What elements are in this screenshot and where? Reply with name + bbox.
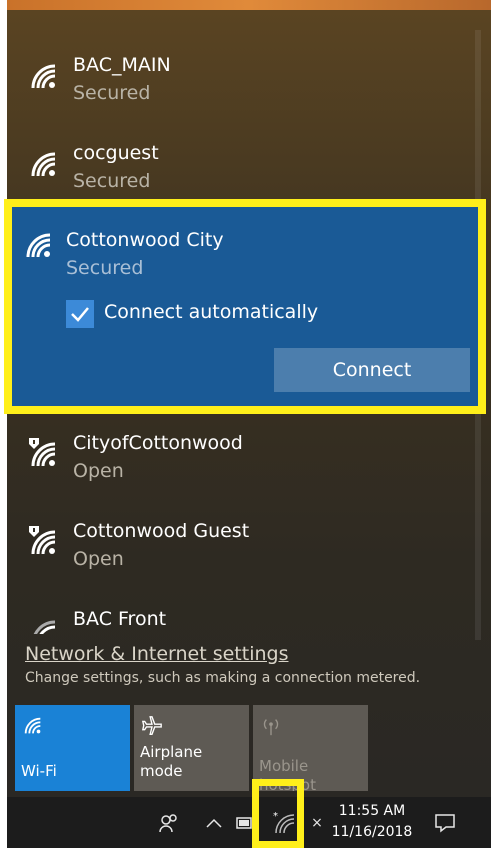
network-settings-link[interactable]: Network & Internet settings	[25, 643, 288, 665]
network-name: BAC_MAIN	[73, 54, 171, 76]
wifi-toggle-tile[interactable]: Wi-Fi	[15, 705, 130, 791]
taskbar: * × 11:55 AM 11/16/2018	[7, 797, 491, 848]
wifi-open-icon	[29, 438, 56, 467]
network-item-cottonwood-city-selected[interactable]: Cottonwood City Secured Connect automati…	[4, 199, 486, 414]
airplane-mode-tile[interactable]: Airplane mode	[134, 705, 249, 791]
network-item-bac-main[interactable]: BAC_MAIN Secured	[7, 40, 471, 126]
wifi-icon	[24, 717, 41, 734]
clock-date: 11/16/2018	[331, 824, 413, 840]
network-settings-description: Change settings, such as making a connec…	[25, 670, 421, 686]
network-item-cocguest[interactable]: cocguest Secured	[7, 128, 471, 214]
taskbar-clock[interactable]: 11:55 AM 11/16/2018	[329, 801, 415, 843]
network-name: CityofCottonwood	[73, 432, 243, 454]
connect-automatically-label: Connect automatically	[104, 301, 319, 323]
network-status: Open	[73, 460, 124, 482]
network-name: cocguest	[73, 142, 159, 164]
highlight-box	[252, 779, 304, 848]
tile-label: Airplane mode	[140, 743, 203, 780]
network-name: Cottonwood City	[66, 229, 224, 251]
action-center-icon[interactable]	[431, 797, 459, 848]
network-item-cottonwood-guest[interactable]: Cottonwood Guest Open	[7, 506, 471, 592]
airplane-icon	[141, 716, 162, 735]
network-status: Secured	[73, 82, 151, 104]
connect-automatically-checkbox[interactable]	[66, 300, 94, 328]
hotspot-icon	[263, 719, 279, 736]
wifi-icon	[31, 152, 56, 177]
wifi-open-icon	[29, 526, 56, 555]
network-status: Secured	[73, 170, 151, 192]
tile-label: Wi-Fi	[21, 762, 57, 780]
wifi-weak-icon	[33, 620, 56, 634]
network-name: BAC Front	[73, 608, 167, 630]
wifi-icon	[26, 233, 51, 258]
people-icon[interactable]	[155, 797, 183, 848]
close-icon[interactable]: ×	[309, 797, 325, 848]
wifi-icon	[31, 64, 56, 89]
chevron-up-icon[interactable]	[203, 797, 225, 848]
clock-time: 11:55 AM	[338, 803, 406, 819]
connect-button[interactable]: Connect	[274, 348, 470, 392]
network-status: Open	[73, 548, 124, 570]
network-item-bac-front[interactable]: BAC Front	[7, 594, 471, 634]
network-item-cityofcottonwood[interactable]: CityofCottonwood Open	[7, 418, 471, 504]
checkmark-icon	[71, 307, 89, 322]
network-status: Secured	[66, 257, 144, 279]
network-name: Cottonwood Guest	[73, 520, 250, 542]
